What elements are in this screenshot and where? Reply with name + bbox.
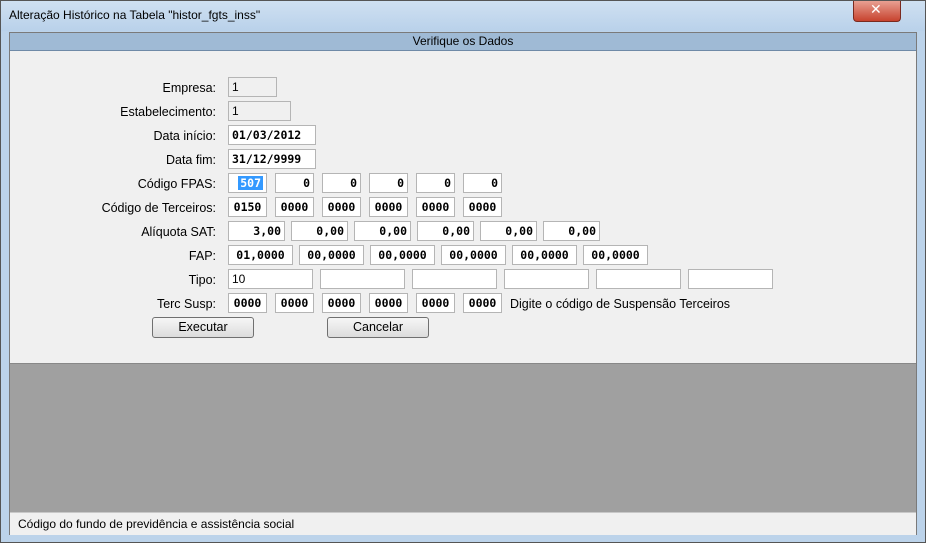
terc-susp-field[interactable]: 0000 xyxy=(322,293,361,313)
codigo-terceiros-field[interactable]: 0000 xyxy=(322,197,361,217)
fap-field[interactable]: 00,0000 xyxy=(583,245,648,265)
codigo-terceiros-field[interactable]: 0000 xyxy=(416,197,455,217)
codigo-terceiros-field[interactable]: 0000 xyxy=(369,197,408,217)
codigo-terceiros-field[interactable]: 0150 xyxy=(228,197,267,217)
terc-susp-label: Terc Susp: xyxy=(156,297,216,311)
tipo-field[interactable]: 10 xyxy=(228,269,313,289)
status-text: Código do fundo de previdência e assistê… xyxy=(18,517,295,531)
codigo-fpas-field[interactable]: 0 xyxy=(463,173,502,193)
codigo-fpas-field[interactable]: 507 xyxy=(228,173,267,193)
codigo-fpas-field[interactable]: 0 xyxy=(275,173,314,193)
codigo-fpas-field[interactable]: 0 xyxy=(322,173,361,193)
empresa-label: Empresa: xyxy=(162,81,217,95)
fap-field[interactable]: 01,0000 xyxy=(228,245,293,265)
tipo-field[interactable] xyxy=(596,269,681,289)
cancelar-button[interactable]: Cancelar xyxy=(327,317,429,338)
aliquota-sat-field[interactable]: 0,00 xyxy=(417,221,474,241)
fap-field[interactable]: 00,0000 xyxy=(299,245,364,265)
codigo-fpas-label: Código FPAS: xyxy=(137,177,216,191)
aliquota-sat-label: Alíquota SAT: xyxy=(141,225,216,239)
tipo-label: Tipo: xyxy=(188,273,216,287)
tipo-field[interactable] xyxy=(412,269,497,289)
codigo-fpas-field[interactable]: 0 xyxy=(416,173,455,193)
terc-susp-field[interactable]: 0000 xyxy=(416,293,455,313)
empresa-field: 1 xyxy=(228,77,277,97)
section-header: Verifique os Dados xyxy=(10,33,916,51)
codigo-terceiros-field[interactable]: 0000 xyxy=(275,197,314,217)
aliquota-sat-field[interactable]: 3,00 xyxy=(228,221,285,241)
window-title: Alteração Histórico na Tabela "histor_fg… xyxy=(9,8,261,22)
terc-susp-hint: Digite o código de Suspensão Terceiros xyxy=(510,297,731,311)
empty-panel xyxy=(10,363,916,512)
codigo-terceiros-field[interactable]: 0000 xyxy=(463,197,502,217)
data-fim-label: Data fim: xyxy=(165,153,216,167)
data-inicio-label: Data início: xyxy=(153,129,216,143)
close-button[interactable]: ✕ xyxy=(853,1,901,22)
fap-field[interactable]: 00,0000 xyxy=(512,245,577,265)
estabelecimento-field: 1 xyxy=(228,101,291,121)
close-icon: ✕ xyxy=(870,2,882,18)
estabelecimento-label: Estabelecimento: xyxy=(120,105,216,119)
codigo-terceiros-label: Código de Terceiros: xyxy=(101,201,216,215)
data-inicio-field[interactable]: 01/03/2012 xyxy=(228,125,316,145)
executar-button[interactable]: Executar xyxy=(152,317,254,338)
codigo-fpas-field[interactable]: 0 xyxy=(369,173,408,193)
tipo-field[interactable] xyxy=(320,269,405,289)
fap-label: FAP: xyxy=(188,249,216,263)
terc-susp-field[interactable]: 0000 xyxy=(228,293,267,313)
form-area: Empresa: 1 Estabelecimento: 1 Data iníci… xyxy=(10,51,916,363)
terc-susp-field[interactable]: 0000 xyxy=(275,293,314,313)
title-bar[interactable]: Alteração Histórico na Tabela "histor_fg… xyxy=(1,1,925,31)
fap-field[interactable]: 00,0000 xyxy=(370,245,435,265)
status-bar: Código do fundo de previdência e assistê… xyxy=(10,512,916,535)
terc-susp-field[interactable]: 0000 xyxy=(463,293,502,313)
aliquota-sat-field[interactable]: 0,00 xyxy=(354,221,411,241)
tipo-field[interactable] xyxy=(504,269,589,289)
aliquota-sat-field[interactable]: 0,00 xyxy=(543,221,600,241)
fap-field[interactable]: 00,0000 xyxy=(441,245,506,265)
aliquota-sat-field[interactable]: 0,00 xyxy=(480,221,537,241)
dialog-window: Alteração Histórico na Tabela "histor_fg… xyxy=(0,0,926,543)
terc-susp-field[interactable]: 0000 xyxy=(369,293,408,313)
data-fim-field[interactable]: 31/12/9999 xyxy=(228,149,316,169)
aliquota-sat-field[interactable]: 0,00 xyxy=(291,221,348,241)
tipo-field[interactable] xyxy=(688,269,773,289)
client-area: Verifique os Dados Empresa: 1 Estabeleci… xyxy=(9,32,917,535)
codigo-fpas-selected-text: 507 xyxy=(238,176,263,190)
